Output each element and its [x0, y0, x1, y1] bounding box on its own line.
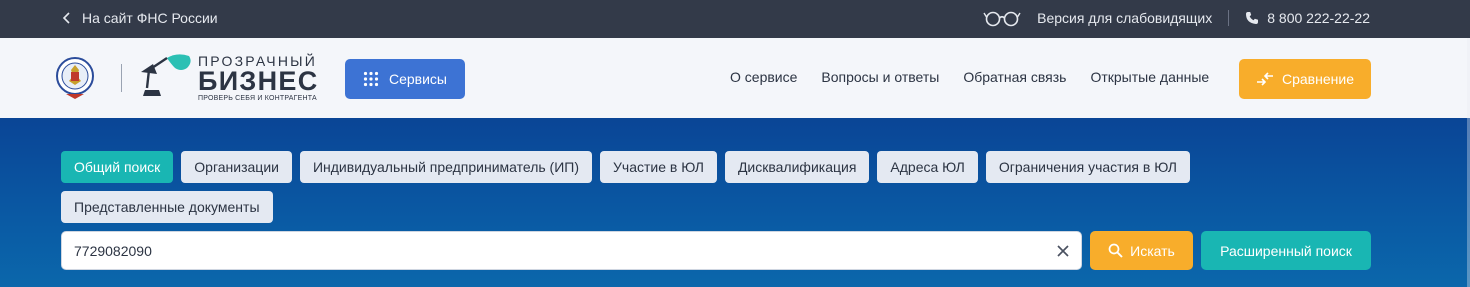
brand-tagline: ПРОВЕРЬ СЕБЯ И КОНТРАГЕНТА: [198, 95, 317, 102]
fns-emblem-icon[interactable]: [56, 54, 94, 100]
brand-logo[interactable]: ПРОЗРАЧНЫЙ БИЗНЕС ПРОВЕРЬ СЕБЯ И КОНТРАГ…: [198, 54, 319, 103]
tab-addresses[interactable]: Адреса ЮЛ: [877, 151, 978, 183]
top-bar: На сайт ФНС России Версия для слабовидящ…: [0, 0, 1470, 38]
back-to-fns-link[interactable]: На сайт ФНС России: [62, 10, 218, 26]
nav-item-open-data[interactable]: Открытые данные: [1090, 69, 1209, 85]
divider: [1228, 10, 1230, 26]
grid-dots-icon: [363, 71, 379, 87]
chevron-left-icon: [62, 12, 70, 24]
tab-participation[interactable]: Участие в ЮЛ: [600, 151, 717, 183]
logo-divider: [121, 64, 122, 92]
brand-line-2: БИЗНЕС: [198, 66, 319, 96]
find-label: Искать: [1130, 242, 1175, 259]
tab-general-search[interactable]: Общий поиск: [61, 151, 174, 183]
compare-button[interactable]: Сравнение: [1239, 59, 1371, 99]
search-field-wrapper: [61, 231, 1082, 270]
nav-item-faq[interactable]: Вопросы и ответы: [821, 69, 939, 85]
phone-icon: [1246, 12, 1259, 24]
search-icon: [1108, 243, 1123, 258]
tab-organizations[interactable]: Организации: [181, 151, 292, 183]
services-label: Сервисы: [388, 71, 447, 87]
close-icon[interactable]: [1055, 243, 1071, 259]
tab-disqualification[interactable]: Дисквалификация: [724, 151, 870, 183]
back-link-label: На сайт ФНС России: [82, 10, 218, 26]
advanced-search-button[interactable]: Расширенный поиск: [1201, 231, 1371, 270]
compare-arrows-icon: [1257, 72, 1273, 86]
find-button[interactable]: Искать: [1090, 231, 1193, 270]
phone-number: 8 800 222-22-22: [1267, 10, 1370, 26]
advanced-search-label: Расширенный поиск: [1220, 242, 1352, 259]
search-panel: Общий поиск Организации Индивидуальный п…: [0, 118, 1470, 287]
accessibility-link[interactable]: Версия для слабовидящих: [1037, 10, 1212, 26]
main-nav: О сервисе Вопросы и ответы Обратная связ…: [730, 69, 1209, 85]
search-tabs: Общий поиск Организации Индивидуальный п…: [61, 151, 1221, 223]
compare-label: Сравнение: [1282, 71, 1354, 87]
lamp-logo-icon[interactable]: [137, 52, 193, 104]
tab-participation-restrictions[interactable]: Ограничения участия в ЮЛ: [985, 151, 1190, 183]
nav-item-about[interactable]: О сервисе: [730, 69, 797, 85]
tab-submitted-documents[interactable]: Представленные документы: [61, 191, 273, 223]
tab-individual-entrepreneur[interactable]: Индивидуальный предприниматель (ИП): [299, 151, 593, 183]
phone-link[interactable]: 8 800 222-22-22: [1245, 10, 1370, 26]
site-header: ПРОЗРАЧНЫЙ БИЗНЕС ПРОВЕРЬ СЕБЯ И КОНТРАГ…: [0, 38, 1470, 118]
nav-item-feedback[interactable]: Обратная связь: [963, 69, 1066, 85]
search-input[interactable]: [74, 232, 1034, 269]
glasses-icon[interactable]: [983, 9, 1021, 27]
services-button[interactable]: Сервисы: [345, 59, 465, 99]
